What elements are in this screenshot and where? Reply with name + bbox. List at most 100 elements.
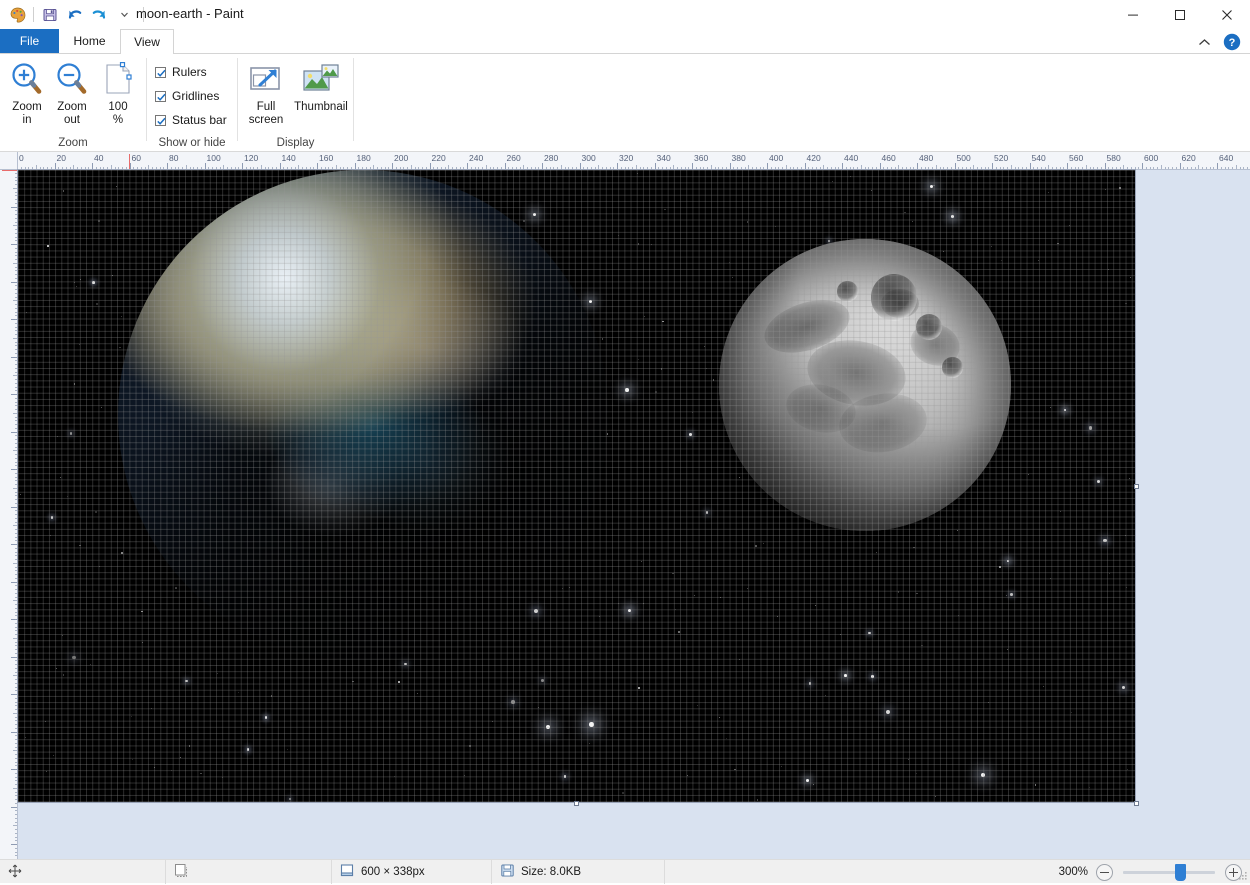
canvas-resize-handle-right[interactable]	[1134, 484, 1139, 489]
ruler-label: 240	[469, 153, 483, 163]
ruler-tick-minor	[51, 167, 52, 169]
star	[697, 705, 698, 706]
help-icon[interactable]: ?	[1222, 32, 1242, 52]
full-screen-button[interactable]: Fullscreen	[241, 56, 291, 127]
ruler-tick-minor	[15, 597, 17, 598]
ruler-tick-minor	[21, 167, 22, 169]
ruler-tick-minor	[433, 167, 434, 169]
ruler-tick-minor	[400, 167, 401, 169]
ruler-tick-minor	[973, 165, 974, 169]
bright-star	[806, 779, 809, 782]
file-size-icon	[500, 863, 515, 881]
ruler-tick-minor	[15, 454, 17, 455]
star	[562, 588, 564, 590]
ruler-tick-minor	[13, 713, 17, 714]
star	[719, 717, 720, 718]
ruler-tick-minor	[748, 165, 749, 169]
ruler-tick-minor	[688, 167, 689, 169]
image-size-icon	[340, 863, 355, 881]
ruler-tick-major	[11, 244, 17, 245]
ruler-tick-minor	[122, 167, 123, 169]
moon-terminator	[719, 239, 1011, 531]
gridlines-checkbox-box[interactable]	[155, 91, 166, 102]
zoom-out-button[interactable]	[1096, 864, 1113, 881]
ruler-tick-major	[11, 507, 17, 508]
ruler-tick-minor	[15, 762, 17, 763]
ruler-label: 60	[0, 284, 1, 293]
ruler-tick-minor	[561, 165, 562, 169]
star	[913, 547, 914, 548]
star	[57, 436, 58, 437]
ruler-tick-minor	[1165, 167, 1166, 169]
ruler-tick-minor	[921, 167, 922, 169]
tab-file[interactable]: File	[0, 29, 59, 54]
checkbox-gridlines[interactable]: Gridlines	[155, 89, 219, 103]
thumbnail-button[interactable]: Thumbnail	[290, 56, 352, 114]
ruler-label: 120	[244, 153, 258, 163]
star	[599, 616, 601, 618]
ruler-tick-minor	[838, 167, 839, 169]
ruler-tick-minor	[15, 642, 17, 643]
maximize-icon[interactable]	[1156, 0, 1203, 29]
ruler-label: 600	[1144, 153, 1158, 163]
canvas-work-area[interactable]	[18, 170, 1250, 859]
customize-qat-icon[interactable]	[112, 2, 137, 27]
chevron-up-icon[interactable]	[1194, 33, 1214, 51]
actual-size-button[interactable]: 100%	[95, 56, 141, 127]
ruler-tick-minor	[381, 167, 382, 169]
ruler-tick-minor	[610, 167, 611, 169]
ruler-tick-minor	[857, 167, 858, 169]
ruler-label: 160	[0, 471, 1, 485]
ruler-label: 0	[19, 153, 24, 163]
vertical-ruler[interactable]: 2040608010012014016018020022024026028030…	[0, 170, 18, 859]
bright-star	[628, 609, 631, 612]
star	[876, 552, 877, 553]
star	[694, 595, 695, 596]
ruler-tick-minor	[15, 364, 17, 365]
star	[538, 707, 539, 708]
canvas-resize-handle-corner[interactable]	[1134, 801, 1139, 806]
ruler-tick-minor	[15, 728, 17, 729]
ruler-label: 280	[0, 696, 1, 710]
ruler-tick-minor	[516, 167, 517, 169]
zoom-out-button[interactable]: Zoomout	[47, 56, 97, 127]
ruler-tick-major	[11, 694, 17, 695]
status-bar-checkbox-box[interactable]	[155, 115, 166, 126]
close-icon[interactable]	[1203, 0, 1250, 29]
zoom-in-button[interactable]: Zoomin	[2, 56, 52, 127]
save-icon[interactable]	[37, 2, 62, 27]
star	[141, 611, 143, 613]
horizontal-ruler[interactable]: 0204060801001201401601802002202402602803…	[18, 152, 1250, 170]
ruler-tick-minor	[15, 552, 17, 553]
status-file-size: Size: 8.0KB	[492, 860, 665, 884]
undo-icon[interactable]	[62, 2, 87, 27]
canvas-resize-handle-bottom[interactable]	[574, 801, 579, 806]
ruler-tick-minor	[910, 167, 911, 169]
full-screen-label-2: screen	[249, 114, 284, 126]
ruler-tick-minor	[1210, 167, 1211, 169]
resize-grip-icon[interactable]	[1236, 870, 1248, 882]
image-canvas[interactable]	[18, 170, 1135, 802]
paint-palette-icon[interactable]	[5, 2, 30, 27]
ruler-label: 20	[0, 209, 1, 218]
star	[908, 759, 909, 760]
star	[1007, 649, 1008, 650]
actual-size-icon	[95, 56, 141, 98]
checkbox-status-bar[interactable]: Status bar	[155, 113, 227, 127]
star	[661, 368, 663, 370]
star	[938, 535, 939, 536]
tab-view[interactable]: View	[120, 29, 174, 54]
ruler-tick-minor	[1120, 167, 1121, 169]
ruler-tick-minor	[1153, 167, 1154, 169]
ruler-tick-minor	[1123, 165, 1124, 169]
rulers-checkbox-box[interactable]	[155, 67, 166, 78]
minimize-icon[interactable]	[1109, 0, 1156, 29]
tab-home[interactable]: Home	[59, 29, 120, 54]
zoom-slider-thumb[interactable]	[1175, 864, 1186, 881]
ruler-tick-minor	[15, 593, 17, 594]
ruler-tick-minor	[951, 167, 952, 169]
ruler-tick-minor	[666, 167, 667, 169]
checkbox-rulers[interactable]: Rulers	[155, 65, 207, 79]
zoom-slider-track[interactable]	[1123, 871, 1215, 874]
redo-icon[interactable]	[87, 2, 112, 27]
